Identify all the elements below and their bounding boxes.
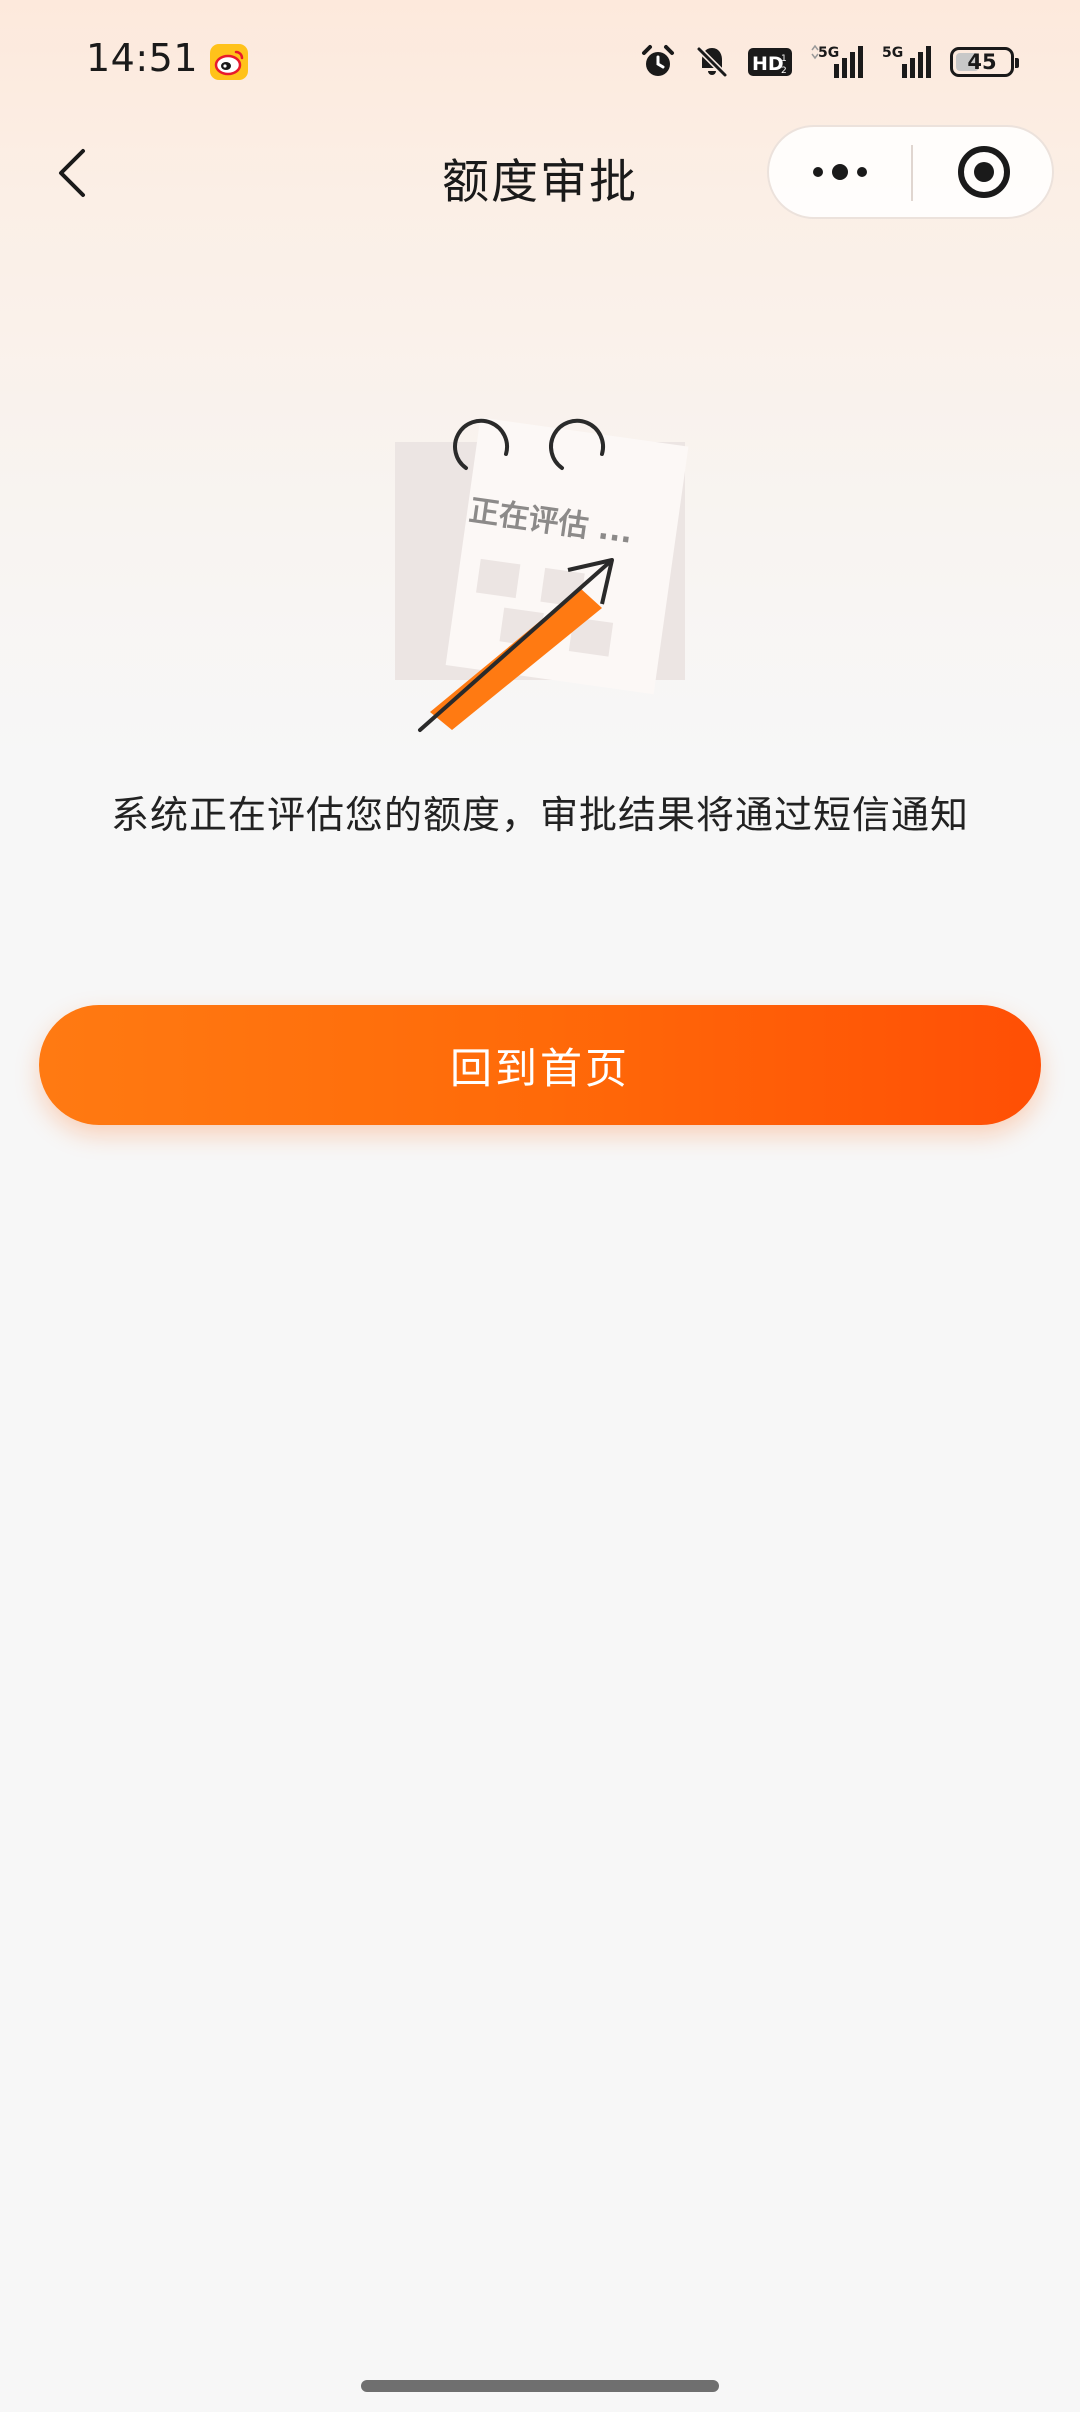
status-icons: HD 1 2 5G 5G 45 (640, 40, 1019, 84)
svg-text:2: 2 (781, 66, 787, 76)
more-dots-icon (813, 164, 867, 180)
signal-5g-icon: 5G (811, 44, 863, 78)
bell-muted-icon (696, 46, 728, 78)
status-message: 系统正在评估您的额度，审批结果将通过短信通知 (110, 793, 969, 837)
close-button[interactable] (913, 127, 1054, 217)
weibo-icon (210, 44, 248, 80)
network-label-2: 5G (882, 45, 903, 61)
alarm-icon (642, 45, 674, 76)
notepad (445, 417, 689, 695)
battery-level: 45 (967, 50, 997, 74)
signal-5g-icon: 5G (882, 45, 931, 78)
home-indicator[interactable] (361, 2380, 719, 2392)
more-button[interactable] (769, 127, 911, 217)
network-label-1: 5G (818, 45, 839, 61)
target-close-icon (957, 146, 1010, 198)
nav-bar: 额度审批 (0, 125, 1080, 221)
status-bar: 14:51 HD 1 2 5G 5G 45 (0, 0, 1080, 125)
hd-label: HD (752, 53, 784, 75)
home-button-label: 回到首页 (449, 1043, 630, 1093)
evaluating-illustration: 正在评估 ... (395, 417, 689, 732)
svg-text:1: 1 (781, 54, 787, 64)
status-time: 14:51 (86, 36, 199, 80)
back-to-home-button[interactable]: 回到首页 (39, 1005, 1041, 1125)
battery-icon: 45 (950, 47, 1019, 77)
hd-icon: HD 1 2 (748, 48, 792, 76)
mini-program-capsule (767, 125, 1054, 219)
